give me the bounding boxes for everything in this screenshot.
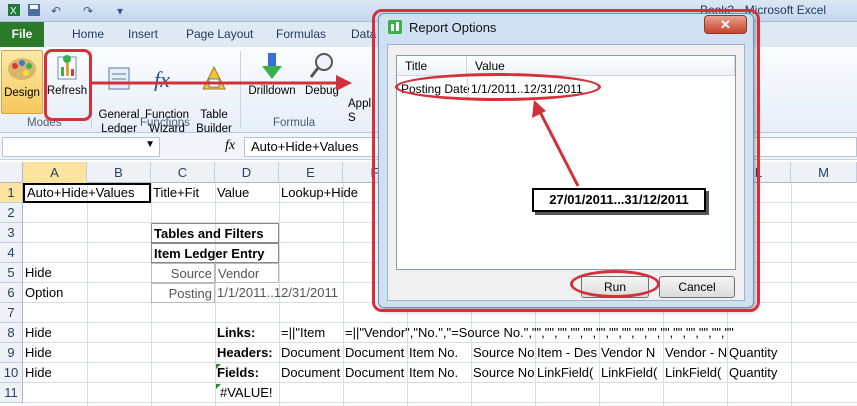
callout-date-note: 27/01/2011...31/12/2011 [532, 188, 706, 212]
posting-date-highlight [395, 73, 601, 101]
annotation-arrows [92, 75, 580, 187]
run-button-highlight [570, 270, 660, 298]
